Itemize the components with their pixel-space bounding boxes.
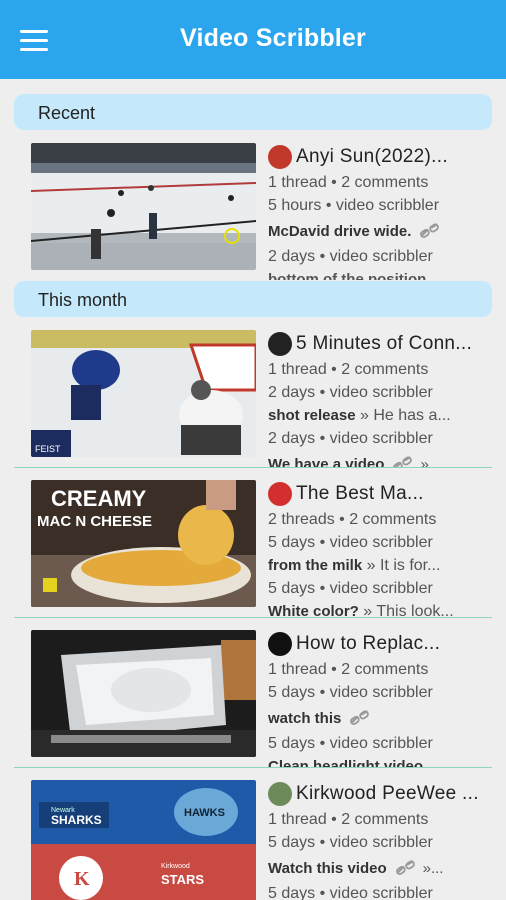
comment-text: McDavid drive wide. — [268, 222, 412, 240]
video-card[interactable]: Newark SHARKS HAWKS K Kirkwood STARS Kir… — [0, 780, 506, 900]
video-thumbnail[interactable]: CREAMY MAC N CHEESE — [31, 480, 256, 607]
comment-preview[interactable]: We have a video »... — [268, 450, 498, 467]
team-logo-text: K — [74, 868, 90, 890]
video-title[interactable]: The Best Ma... — [296, 483, 424, 505]
channel-avatar-icon — [268, 332, 292, 356]
comment-time: 2 days • video scribbler — [268, 248, 433, 265]
video-card[interactable]: CREAMY MAC N CHEESE The Best Ma... 2 thr… — [0, 480, 506, 617]
comment-text: bottom of the position... — [268, 271, 439, 280]
video-title[interactable]: How to Replac... — [296, 633, 440, 655]
video-time: 5 days • video scribbler — [268, 684, 433, 701]
thread-stats: 1 thread • 2 comments — [268, 661, 429, 678]
comment-excerpt: » This look... — [363, 603, 454, 617]
video-card[interactable]: How to Replac... 1 thread • 2 comments 5… — [0, 630, 506, 767]
video-time: 2 days • video scribbler — [268, 384, 433, 401]
comment-preview[interactable]: White color? » This look... — [268, 600, 498, 617]
comment-text: Clean headlight video.... — [268, 758, 440, 767]
team-prefix: Kirkwood — [161, 863, 190, 870]
video-card[interactable]: FEIST 5 Minutes of Conn... 1 thread • 2 … — [0, 330, 506, 467]
jersey-text: FEIST — [35, 444, 61, 454]
video-time: 5 days • video scribbler — [268, 534, 433, 551]
divider — [14, 617, 492, 618]
comment-text: shot release — [268, 407, 356, 424]
team-name: STARS — [161, 872, 204, 887]
app-bar: Video Scribbler — [0, 0, 506, 79]
thread-stats: 1 thread • 2 comments — [268, 361, 429, 378]
video-title[interactable]: Kirkwood PeeWee ... — [296, 783, 479, 805]
thumbnail-caption: CREAMY — [51, 486, 147, 511]
comment-preview[interactable]: McDavid drive wide. — [268, 217, 498, 245]
comment-preview[interactable]: Watch this video »... — [268, 854, 498, 882]
video-card[interactable]: Anyi Sun(2022)... 1 thread • 2 comments … — [0, 143, 506, 280]
comment-preview[interactable]: from the milk » It is for... — [268, 554, 498, 577]
video-thumbnail[interactable] — [31, 630, 256, 757]
comment-excerpt: » He has a... — [360, 407, 451, 424]
comment-excerpt: » It is for... — [366, 557, 441, 574]
video-thumbnail[interactable]: Newark SHARKS HAWKS K Kirkwood STARS — [31, 780, 256, 900]
video-thumbnail[interactable] — [31, 143, 256, 270]
channel-avatar-icon — [268, 482, 292, 506]
thread-stats: 1 thread • 2 comments — [268, 811, 429, 828]
section-header-this-month: This month — [14, 281, 492, 317]
channel-avatar-icon — [268, 632, 292, 656]
team-name: SHARKS — [51, 813, 102, 827]
comment-text: Watch this video — [268, 859, 387, 877]
thumbnail-caption: MAC N CHEESE — [37, 513, 152, 530]
video-info: 5 Minutes of Conn... 1 thread • 2 commen… — [268, 330, 498, 467]
comment-preview[interactable]: Clean headlight video.... — [268, 755, 498, 767]
team-logo-text: HAWKS — [184, 807, 225, 819]
divider — [14, 767, 492, 768]
comment-time: 5 days • video scribbler — [268, 735, 433, 752]
comment-text: White color? — [268, 603, 359, 617]
divider — [14, 467, 492, 468]
section-header-recent: Recent — [14, 94, 492, 130]
video-info: How to Replac... 1 thread • 2 comments 5… — [268, 630, 498, 767]
channel-avatar-icon — [268, 145, 292, 169]
thread-stats: 1 thread • 2 comments — [268, 174, 429, 191]
video-time: 5 hours • video scribbler — [268, 197, 440, 214]
comment-time: 2 days • video scribbler — [268, 430, 433, 447]
comment-time: 5 days • video scribbler — [268, 580, 433, 597]
comment-excerpt: »... — [422, 859, 444, 877]
video-info: Kirkwood PeeWee ... 1 thread • 2 comment… — [268, 780, 498, 900]
video-info: The Best Ma... 2 threads • 2 comments 5 … — [268, 480, 498, 617]
comment-time: 5 days • video scribbler — [268, 885, 433, 900]
comment-text: watch this — [268, 709, 342, 727]
thread-stats: 2 threads • 2 comments — [268, 511, 437, 528]
app-title: Video Scribbler — [180, 24, 366, 52]
comment-preview[interactable]: watch this — [268, 704, 498, 732]
channel-avatar-icon — [268, 782, 292, 806]
video-thumbnail[interactable]: FEIST — [31, 330, 256, 457]
video-info: Anyi Sun(2022)... 1 thread • 2 comments … — [268, 143, 498, 280]
link-icon — [350, 710, 370, 725]
video-time: 5 days • video scribbler — [268, 834, 433, 851]
link-icon — [395, 860, 415, 875]
comment-text: from the milk — [268, 557, 363, 574]
link-icon — [420, 223, 440, 238]
video-title[interactable]: 5 Minutes of Conn... — [296, 333, 472, 355]
comment-excerpt: »... — [420, 455, 442, 468]
link-icon — [393, 456, 413, 467]
video-title[interactable]: Anyi Sun(2022)... — [296, 146, 448, 168]
comment-preview[interactable]: shot release » He has a... — [268, 404, 498, 427]
comment-text: We have a video — [268, 455, 385, 468]
